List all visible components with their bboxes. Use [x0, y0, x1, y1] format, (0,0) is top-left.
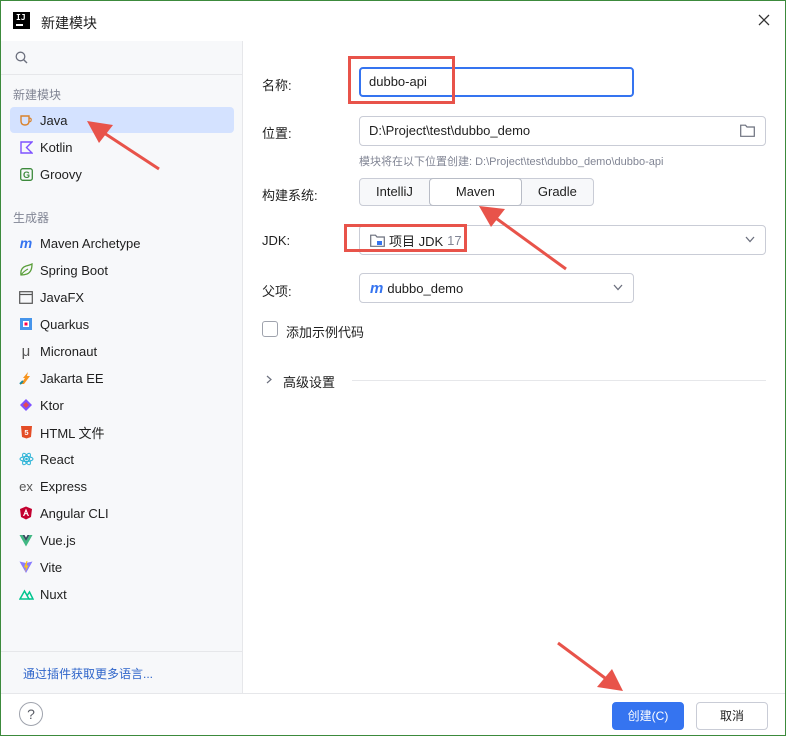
sidebar-item-label: Quarkus: [40, 316, 90, 332]
sidebar-item-label: Ktor: [40, 397, 64, 413]
dialog-title: 新建模块: [41, 15, 97, 31]
maven-m-icon: m: [19, 235, 33, 251]
window-icon: [18, 289, 34, 305]
sidebar-item-html-file[interactable]: 5 HTML 文件: [10, 419, 234, 445]
jdk-label: JDK:: [262, 233, 291, 248]
sidebar-item-label: Java: [40, 112, 68, 128]
sidebar-item-java[interactable]: Java: [10, 107, 234, 133]
new-module-dialog: IJ 新建模块 新建模块 Java Kotlin G Groovy 生成器 m …: [0, 0, 786, 736]
sidebar-item-label: Express: [40, 478, 87, 494]
kotlin-icon: [18, 139, 34, 155]
jakarta-ee-icon: [18, 370, 34, 386]
sidebar-item-nuxt[interactable]: Nuxt: [10, 581, 234, 607]
build-system-intellij[interactable]: IntelliJ: [360, 179, 429, 205]
module-settings-form: 名称: dubbo-api 位置: D:\Project\test\dubbo_…: [244, 41, 785, 693]
build-system-maven[interactable]: Maven: [428, 178, 522, 206]
quarkus-icon: [18, 316, 34, 332]
close-icon: [758, 14, 770, 26]
dialog-button-bar: ? 创建(C) 取消: [1, 693, 785, 735]
chevron-right-icon: [266, 375, 272, 384]
advanced-settings-toggle[interactable]: 高级设置: [262, 371, 766, 390]
group-label-generators: 生成器: [13, 211, 50, 225]
get-more-languages-link[interactable]: 通过插件获取更多语言...: [23, 665, 153, 682]
sidebar-item-express[interactable]: ex Express: [10, 473, 234, 499]
folder-icon[interactable]: [740, 124, 755, 137]
sidebar-item-javafx[interactable]: JavaFX: [10, 284, 234, 310]
generator-sidebar: 新建模块 Java Kotlin G Groovy 生成器 m Maven Ar…: [1, 41, 243, 693]
advanced-settings-label: 高级设置: [283, 375, 336, 390]
sidebar-item-groovy[interactable]: G Groovy: [10, 161, 234, 187]
maven-m-icon: m: [370, 279, 384, 297]
sidebar-item-jakarta-ee[interactable]: Jakarta EE: [10, 365, 234, 391]
cancel-button[interactable]: 取消: [696, 702, 768, 730]
title-bar: IJ 新建模块: [1, 1, 785, 41]
sidebar-item-label: JavaFX: [40, 289, 85, 305]
sidebar-item-ktor[interactable]: Ktor: [10, 392, 234, 418]
sidebar-item-label: HTML 文件: [40, 425, 105, 441]
react-atom-icon: [18, 451, 34, 467]
close-button[interactable]: [753, 9, 775, 31]
sidebar-item-vuejs[interactable]: Vue.js: [10, 527, 234, 553]
sidebar-item-micronaut[interactable]: μ Micronaut: [10, 338, 234, 364]
sidebar-item-label: Nuxt: [40, 586, 67, 602]
groovy-icon: G: [18, 166, 34, 182]
divider: [352, 380, 766, 381]
sidebar-item-label: Groovy: [40, 166, 82, 182]
sidebar-item-quarkus[interactable]: Quarkus: [10, 311, 234, 337]
sidebar-item-label: Maven Archetype: [40, 235, 141, 251]
annotation-box-name: [348, 56, 455, 104]
angular-icon: [18, 505, 34, 521]
java-cup-icon: [18, 112, 34, 128]
search-input[interactable]: [35, 47, 235, 69]
sidebar-item-label: Micronaut: [40, 343, 98, 359]
help-button[interactable]: ?: [19, 702, 43, 726]
sidebar-item-label: Jakarta EE: [40, 370, 104, 386]
ktor-icon: [18, 397, 34, 413]
location-hint: 模块将在以下位置创建: D:\Project\test\dubbo_demo\d…: [359, 156, 664, 168]
html5-icon: 5: [18, 424, 34, 440]
parent-dropdown[interactable]: m dubbo_demo: [359, 273, 634, 303]
sidebar-search: [1, 41, 242, 75]
search-icon: [15, 51, 28, 64]
parent-value: dubbo_demo: [387, 280, 464, 296]
svg-text:5: 5: [24, 428, 28, 437]
sample-code-label: 添加示例代码: [286, 325, 365, 340]
micronaut-mu-icon: μ: [21, 342, 31, 360]
build-system-selector: IntelliJ Maven Gradle: [359, 178, 594, 206]
sidebar-item-spring-boot[interactable]: Spring Boot: [10, 257, 234, 283]
create-button[interactable]: 创建(C): [612, 702, 684, 730]
sidebar-item-kotlin[interactable]: Kotlin: [10, 134, 234, 160]
parent-label: 父项:: [262, 284, 292, 299]
nuxt-icon: [18, 586, 34, 602]
sidebar-item-react[interactable]: React: [10, 446, 234, 472]
vue-icon: [18, 532, 34, 548]
intellij-logo-icon: IJ: [13, 12, 30, 29]
sidebar-item-label: Angular CLI: [40, 505, 109, 521]
sidebar-item-vite[interactable]: Vite: [10, 554, 234, 580]
vite-icon: [18, 559, 34, 575]
chevron-down-icon: [613, 284, 623, 291]
location-field[interactable]: D:\Project\test\dubbo_demo: [359, 116, 766, 146]
location-value: D:\Project\test\dubbo_demo: [369, 123, 531, 138]
sidebar-item-maven-archetype[interactable]: m Maven Archetype: [10, 230, 234, 256]
sidebar-footer: 通过插件获取更多语言...: [1, 651, 242, 693]
build-system-label: 构建系统:: [262, 188, 318, 203]
express-ex-icon: ex: [19, 478, 33, 494]
sample-code-checkbox[interactable]: [262, 321, 278, 337]
svg-text:G: G: [22, 170, 29, 180]
sidebar-item-label: React: [40, 451, 74, 467]
chevron-down-icon: [745, 236, 755, 243]
location-label: 位置:: [262, 126, 292, 141]
group-label-new-module: 新建模块: [13, 88, 62, 102]
sidebar-item-label: Spring Boot: [40, 262, 108, 278]
name-label: 名称:: [262, 78, 292, 93]
sidebar-item-label: Vue.js: [40, 532, 76, 548]
sidebar-item-label: Vite: [40, 559, 63, 575]
sidebar-item-angular-cli[interactable]: Angular CLI: [10, 500, 234, 526]
annotation-box-jdk: [344, 224, 467, 252]
build-system-gradle[interactable]: Gradle: [522, 179, 593, 205]
spring-boot-icon: [18, 262, 34, 278]
sidebar-item-label: Kotlin: [40, 139, 73, 155]
